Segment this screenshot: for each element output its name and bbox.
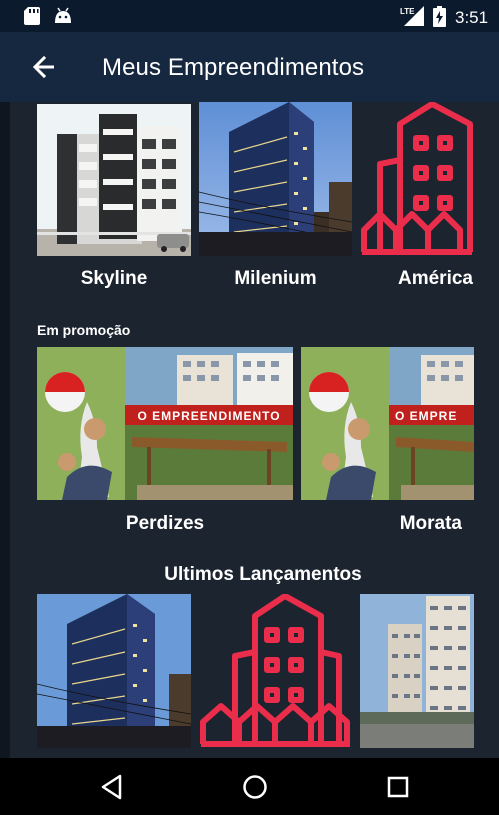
battery-charging-icon (433, 6, 446, 27)
promo-photo: O EMPREENDIMENTO (37, 347, 293, 500)
section-label-promo: Em promoção (37, 322, 131, 338)
building-placeholder-icon (200, 594, 350, 747)
page-title: Meus Empreendimentos (102, 54, 365, 81)
section-title-latest: Ultimos Lançamentos (164, 564, 362, 585)
featured-caption-skyline: Skyline (80, 268, 148, 289)
promo-photo: O EMPRE (301, 347, 474, 500)
latest-card-1[interactable] (37, 594, 191, 748)
building-photo (37, 104, 191, 256)
arrow-left-icon[interactable] (28, 52, 60, 82)
promo-card-morata[interactable]: O EMPRE (301, 347, 474, 500)
latest-card-2[interactable] (199, 594, 352, 748)
status-bar: LTE 3:51 (0, 0, 499, 32)
back-triangle-icon[interactable] (100, 774, 124, 800)
featured-card-skyline[interactable] (37, 104, 191, 256)
left-edge (0, 102, 10, 758)
featured-caption-america: América (398, 268, 473, 289)
svg-text:O EMPRE: O EMPRE (395, 409, 457, 423)
app-bar: Meus Empreendimentos (0, 32, 499, 102)
signal-icon: LTE (400, 6, 426, 31)
glass-tower-photo (37, 594, 191, 748)
sd-card-icon (24, 7, 40, 25)
featured-caption-milenium: Milenium (234, 268, 317, 289)
svg-text:O EMPREENDIMENTO: O EMPREENDIMENTO (137, 409, 280, 423)
building-placeholder-icon (361, 102, 473, 255)
featured-card-milenium[interactable] (199, 102, 352, 256)
svg-text:LTE: LTE (400, 7, 415, 16)
latest-card-3[interactable] (360, 594, 474, 748)
residential-towers-photo (360, 594, 474, 748)
content-scroll[interactable]: Skyline Milenium América Em promoção O E… (0, 102, 499, 758)
promo-card-perdizes[interactable]: O EMPREENDIMENTO (37, 347, 293, 500)
promo-caption-perdizes: Perdizes (125, 513, 205, 534)
android-icon (55, 7, 71, 23)
clock: 3:51 (455, 8, 489, 27)
featured-card-america[interactable] (360, 102, 474, 256)
home-circle-icon[interactable] (242, 774, 268, 800)
recents-square-icon[interactable] (387, 776, 409, 798)
promo-caption-morata: Morata (399, 513, 462, 534)
system-nav-bar (0, 758, 499, 815)
glass-tower-photo (199, 102, 352, 256)
